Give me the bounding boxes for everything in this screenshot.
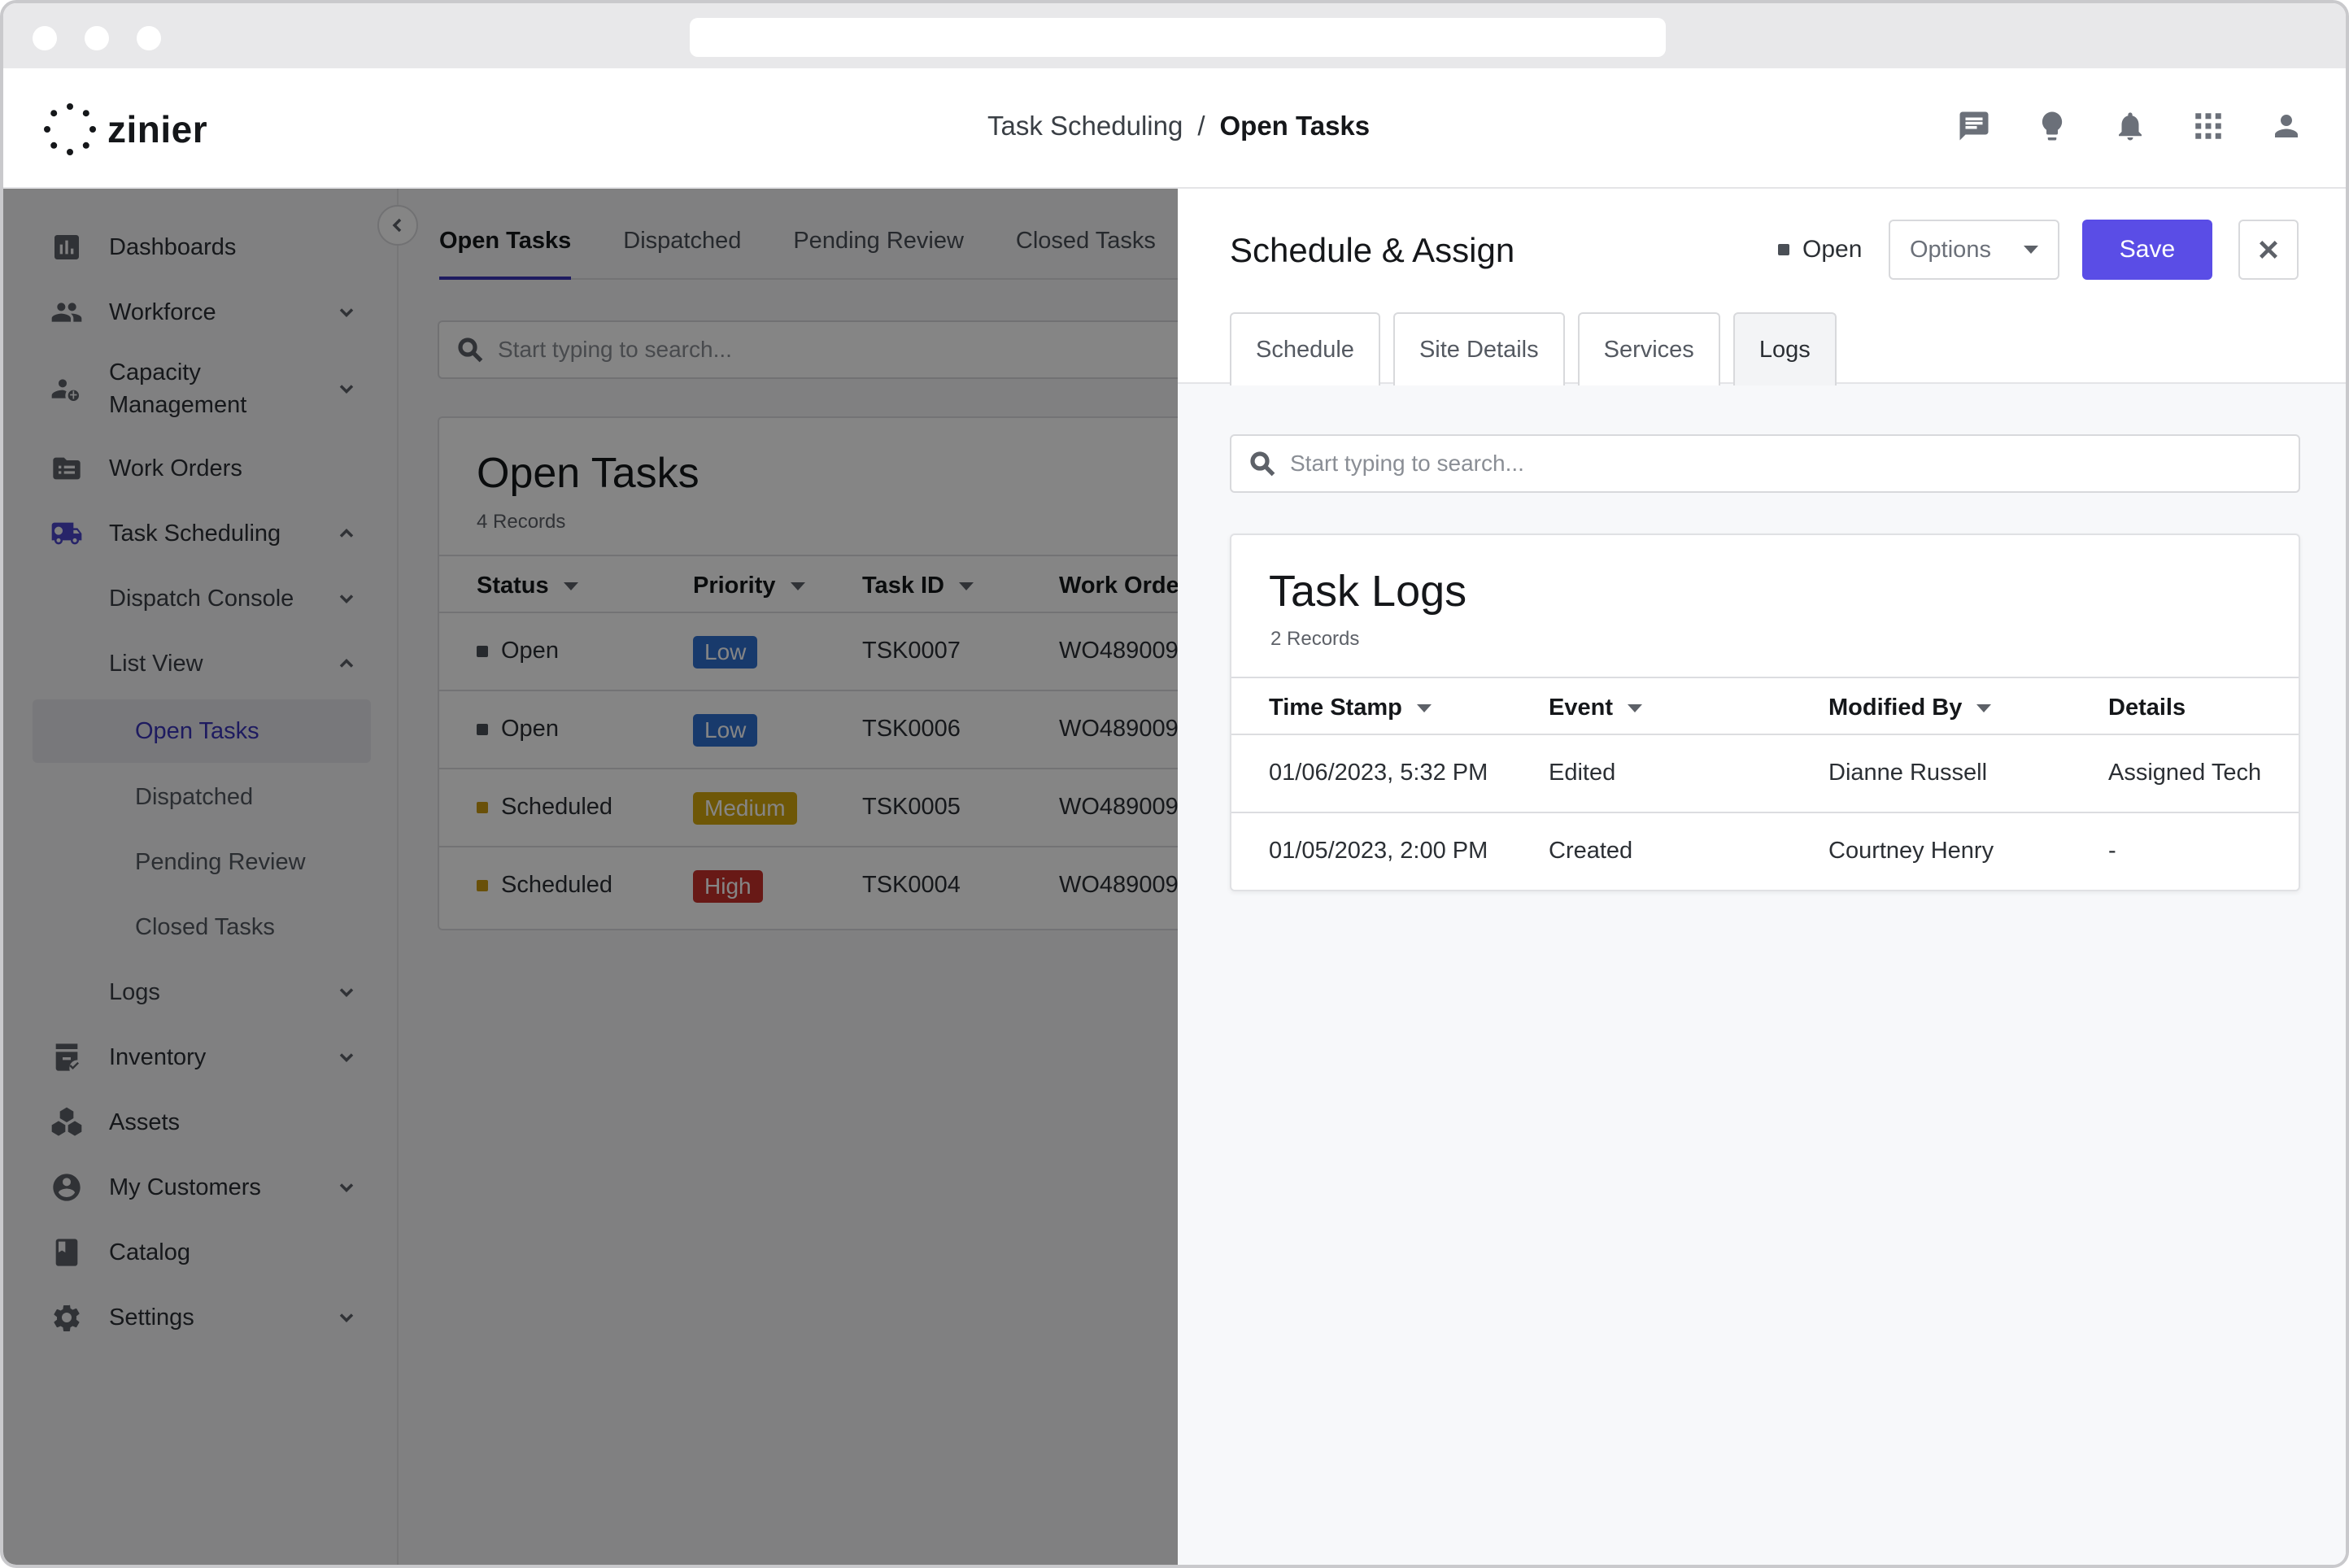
search-icon: [1248, 449, 1277, 478]
breadcrumb-separator: /: [1197, 111, 1205, 142]
timestamp-cell: 01/06/2023, 5:32 PM: [1269, 760, 1488, 786]
breadcrumb: Task Scheduling / Open Tasks: [987, 111, 1370, 142]
bell-icon[interactable]: [2111, 107, 2149, 145]
browser-window: zinier Task Scheduling / Open Tasks: [0, 0, 2349, 1568]
app-header: zinier Task Scheduling / Open Tasks: [3, 68, 2346, 189]
table-header: Time Stamp Event Modified By Details: [1231, 677, 2299, 735]
status-text: Open: [1802, 236, 1862, 264]
sort-caret-icon: [1976, 704, 1991, 712]
zinier-logo-icon: [44, 103, 96, 155]
save-button[interactable]: Save: [2082, 220, 2212, 280]
options-label: Options: [1910, 237, 1991, 264]
column-header-modified-by[interactable]: Modified By: [1828, 695, 1991, 721]
task-logs-card: Task Logs 2 Records Time Stamp Event Mod…: [1230, 534, 2300, 891]
panel-title: Schedule & Assign: [1230, 231, 1514, 270]
window-close-dot[interactable]: [33, 26, 57, 50]
close-icon: [2255, 237, 2281, 263]
tab-services[interactable]: Services: [1578, 312, 1720, 385]
logs-search-input[interactable]: Start typing to search...: [1230, 434, 2300, 493]
column-label: Event: [1549, 695, 1613, 721]
search-placeholder: Start typing to search...: [1290, 451, 1524, 477]
breadcrumb-current: Open Tasks: [1220, 111, 1371, 142]
column-label: Details: [2108, 695, 2186, 721]
schedule-assign-panel: Schedule & Assign Open Options Save Sche…: [1178, 189, 2349, 1568]
address-bar[interactable]: [690, 18, 1666, 57]
header-actions: [1955, 107, 2305, 145]
status-badge: Open: [1778, 236, 1862, 264]
sort-caret-icon: [1417, 704, 1432, 712]
modified-by-cell: Courtney Henry: [1828, 838, 1994, 865]
brand-logo[interactable]: zinier: [44, 101, 207, 158]
column-label: Modified By: [1828, 695, 1962, 721]
close-button[interactable]: [2238, 220, 2299, 280]
tab-site-details[interactable]: Site Details: [1393, 312, 1565, 385]
window-minimize-dot[interactable]: [85, 26, 109, 50]
modal-backdrop[interactable]: [3, 189, 1178, 1568]
panel-tabs: Schedule Site Details Services Logs: [1230, 312, 1837, 385]
status-indicator: [1778, 244, 1789, 255]
panel-header: Schedule & Assign Open Options Save Sche…: [1178, 189, 2349, 384]
table-row[interactable]: 01/05/2023, 2:00 PM Created Courtney Hen…: [1231, 813, 2299, 891]
timestamp-cell: 01/05/2023, 2:00 PM: [1269, 838, 1488, 865]
sort-caret-icon: [1628, 704, 1642, 712]
table-row[interactable]: 01/06/2023, 5:32 PM Edited Dianne Russel…: [1231, 735, 2299, 813]
card-title: Task Logs: [1269, 566, 1466, 616]
column-header-details[interactable]: Details: [2108, 695, 2186, 721]
user-icon[interactable]: [2268, 107, 2305, 145]
apps-grid-icon[interactable]: [2190, 107, 2227, 145]
browser-chrome: [3, 3, 2346, 68]
caret-down-icon: [2024, 246, 2038, 254]
details-cell: -: [2108, 838, 2116, 865]
chat-icon[interactable]: [1955, 107, 1993, 145]
event-cell: Created: [1549, 838, 1632, 865]
breadcrumb-parent[interactable]: Task Scheduling: [987, 111, 1183, 142]
brand-name: zinier: [107, 107, 207, 151]
options-dropdown[interactable]: Options: [1889, 220, 2059, 280]
column-header-time-stamp[interactable]: Time Stamp: [1269, 695, 1432, 721]
event-cell: Edited: [1549, 760, 1615, 786]
details-cell: Assigned Tech: [2108, 760, 2261, 786]
column-header-event[interactable]: Event: [1549, 695, 1642, 721]
window-maximize-dot[interactable]: [137, 26, 161, 50]
tab-schedule[interactable]: Schedule: [1230, 312, 1380, 385]
column-label: Time Stamp: [1269, 695, 1402, 721]
record-count: 2 Records: [1270, 628, 1359, 651]
modified-by-cell: Dianne Russell: [1828, 760, 1987, 786]
tab-logs[interactable]: Logs: [1733, 312, 1837, 385]
lightbulb-icon[interactable]: [2033, 107, 2071, 145]
